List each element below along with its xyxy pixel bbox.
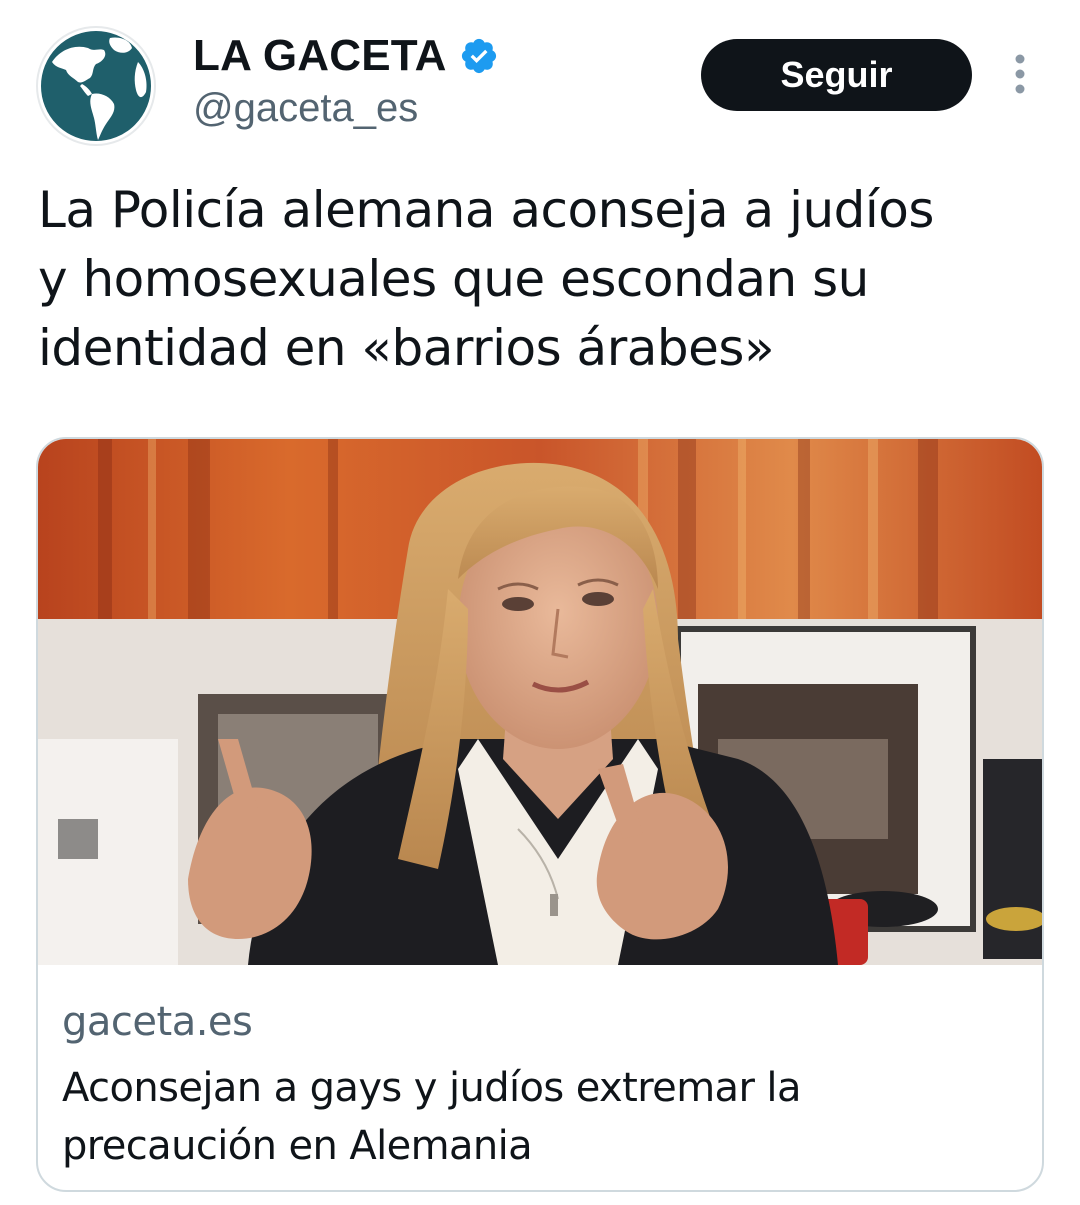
more-vertical-icon[interactable] xyxy=(1006,52,1034,98)
card-title-line: Aconsejan a gays y judíos extremar la xyxy=(62,1065,801,1111)
card-domain: gaceta.es xyxy=(62,999,253,1045)
card-title-line: precaución en Alemania xyxy=(62,1123,533,1169)
display-name[interactable]: LA GACETA xyxy=(193,31,447,81)
card-title: Aconsejan a gays y judíos extremar la pr… xyxy=(62,1059,1002,1175)
tweet-text: La Policía alemana aconseja a judíos y h… xyxy=(38,176,1038,383)
avatar[interactable] xyxy=(36,26,156,146)
follow-button[interactable]: Seguir xyxy=(701,39,972,111)
tweet-text-line: y homosexuales que escondan su xyxy=(38,250,869,308)
tweet: LA GACETA @gaceta_es Seguir La Policía a… xyxy=(0,0,1080,1205)
tweet-text-line: identidad en «barrios árabes» xyxy=(38,319,775,377)
verified-badge-icon xyxy=(459,36,499,76)
account-handle[interactable]: @gaceta_es xyxy=(193,86,418,131)
tweet-text-line: La Policía alemana aconseja a judíos xyxy=(38,181,934,239)
name-row: LA GACETA xyxy=(193,30,499,82)
link-card[interactable]: gaceta.es Aconsejan a gays y judíos extr… xyxy=(36,437,1044,1192)
card-image xyxy=(38,439,1042,965)
globe-icon xyxy=(39,29,153,143)
